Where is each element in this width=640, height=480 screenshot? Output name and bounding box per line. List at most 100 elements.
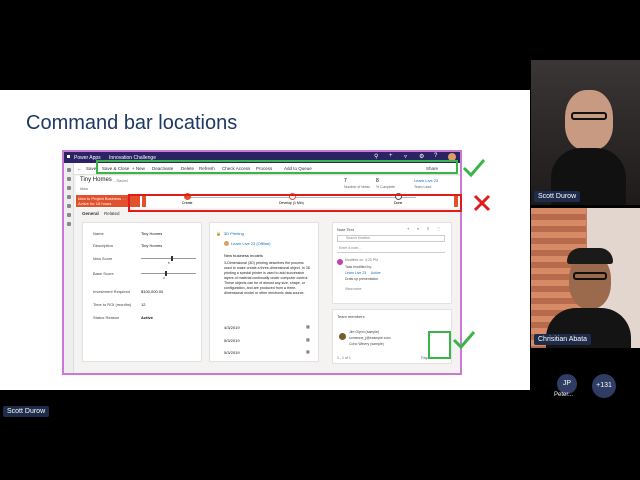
meeting-stage: Command bar locations Power Apps Innovat… — [0, 0, 640, 480]
idea-score-knob[interactable] — [171, 256, 173, 261]
home-icon[interactable] — [67, 177, 71, 181]
team-title: Team members — [337, 314, 365, 319]
webcam-chrisitian: Chrisitian Abata — [531, 208, 640, 348]
field-value-investment[interactable]: $100,000.00 — [141, 289, 163, 294]
add-icon[interactable]: + — [407, 226, 409, 231]
view-more-link[interactable]: View more — [345, 287, 361, 291]
hair-shape — [567, 248, 613, 264]
presenter-name-tag: Scott Durow — [3, 406, 50, 417]
timeline-search[interactable]: Search timeline — [337, 235, 445, 242]
mid-heading[interactable]: 3D Printing — [224, 231, 244, 236]
calendar-icon[interactable]: ▦ — [306, 324, 310, 329]
more-participants-button[interactable]: +131 — [592, 374, 616, 398]
pin-icon[interactable] — [67, 195, 71, 199]
stat-complete-value: 8 — [376, 178, 379, 184]
mid-owner-link[interactable]: Learn Live 23 (Offline) — [231, 241, 271, 246]
participant-avatar-label: Peter... — [554, 392, 574, 398]
teams-icon[interactable] — [67, 222, 71, 226]
waffle-icon[interactable] — [67, 155, 70, 158]
base-score-value: 4 — [163, 276, 165, 280]
menu-icon[interactable] — [67, 168, 71, 172]
post-line2[interactable]: Learn Live 23 — [345, 271, 366, 275]
presentation-slide: Command bar locations Power Apps Innovat… — [0, 90, 530, 390]
glasses-shape — [573, 272, 607, 280]
owner-name[interactable]: Learn Live 23 — [414, 178, 438, 183]
face-shape — [565, 90, 613, 150]
check-icon — [452, 331, 476, 350]
gear-icon[interactable]: ⚙ — [419, 153, 424, 160]
webcam-scott: Scott Durow — [531, 60, 640, 205]
save-button[interactable]: Save — [86, 166, 96, 171]
member-email[interactable]: someone_j@example.com — [349, 336, 391, 340]
cam1-name-tag: Scott Durow — [534, 191, 581, 202]
glasses-shape — [571, 112, 607, 120]
filter-icon[interactable]: ▿ — [417, 226, 419, 231]
command-bar-highlight — [96, 160, 458, 174]
ideas-icon[interactable] — [67, 204, 71, 208]
post-time: Modified on: 4:20 PM — [345, 258, 379, 262]
date-3[interactable]: 5/3/2019 — [224, 350, 240, 355]
list-icon[interactable]: ≡ — [427, 226, 429, 231]
field-value-description[interactable]: Tiny Homes — [141, 243, 162, 248]
date-1[interactable]: 4/3/2019 — [224, 325, 240, 330]
mid-text1: New business models — [224, 253, 263, 258]
bpf-highlight — [128, 194, 462, 212]
post-avatar — [337, 259, 343, 265]
recent-icon[interactable] — [67, 186, 71, 190]
post-line1: Task modified by: — [345, 265, 373, 269]
saved-state: - Saved — [114, 178, 128, 183]
field-label-description: Description — [93, 243, 114, 248]
member-avatar — [339, 333, 346, 340]
lock-icon: 🔒 — [216, 231, 221, 236]
date-2[interactable]: 5/3/2019 — [224, 338, 240, 343]
power-apps-screenshot: Power Apps Innovation Challenge ⚲ + ▿ ⚙ … — [62, 150, 462, 375]
details-panel: 🔒 3D Printing Learn Live 23 (Offline) Ne… — [209, 222, 319, 362]
owner-role: Team Lead — [414, 185, 432, 189]
field-label-roi: Time to ROI (months) — [93, 302, 132, 307]
calendar-icon[interactable]: ▦ — [306, 337, 310, 342]
calendar-icon[interactable]: ▦ — [306, 349, 310, 354]
field-label-name: Name — [93, 231, 104, 236]
filter-icon[interactable]: ▿ — [404, 153, 407, 160]
search-icon[interactable]: ⚲ — [374, 153, 378, 160]
timeline-search-placeholder: Search timeline — [346, 236, 371, 240]
mid-body: 3-Dimensional (3D) printing describes th… — [224, 261, 311, 295]
projects-icon[interactable] — [67, 213, 71, 217]
back-icon[interactable]: ← — [77, 166, 82, 171]
post-line3: Draw up presentation — [345, 277, 379, 281]
idea-score-value: 5 — [168, 261, 170, 265]
member-name[interactable]: Jim Glynn (sample) — [349, 330, 379, 334]
field-value-name[interactable]: Tiny Homes — [141, 231, 162, 236]
stat-ideas-label: Number of Ideas — [344, 185, 370, 189]
field-label-idea-score: Idea Score — [93, 256, 113, 261]
more-icon[interactable]: ⋮ — [437, 226, 441, 231]
field-label-status: Status Reason — [93, 315, 120, 320]
participant-avatar-jp[interactable]: JP — [557, 374, 577, 394]
record-type: Idea — [80, 186, 88, 191]
field-value-roi[interactable]: 12 — [141, 302, 145, 307]
add-icon[interactable]: + — [389, 153, 393, 159]
idea-score-slider[interactable] — [141, 256, 196, 261]
member-org[interactable]: Coho Winery (sample) — [349, 342, 384, 346]
field-label-investment: Investment Required — [93, 289, 130, 294]
pager-range: 1 - 1 of 1 — [337, 356, 351, 360]
note-input[interactable]: Enter a note... — [337, 246, 445, 253]
tab-general[interactable]: General — [82, 211, 99, 216]
check-icon — [462, 159, 486, 178]
slide-title: Command bar locations — [26, 112, 238, 134]
timeline-title: Note Text — [337, 227, 354, 232]
field-label-base-score: Base Score — [93, 271, 114, 276]
record-header: Tiny Homes - Saved Idea 7 Number of Idea… — [76, 176, 460, 194]
cam2-name-tag: Chrisitian Abata — [534, 334, 592, 345]
tab-related[interactable]: Related — [104, 211, 120, 216]
cross-icon — [473, 194, 491, 212]
help-icon[interactable]: ? — [434, 153, 437, 159]
left-navigation — [64, 163, 74, 373]
stat-complete-label: % Complete — [376, 185, 396, 189]
field-value-status[interactable]: Active — [141, 315, 153, 320]
base-score-knob[interactable] — [165, 271, 167, 276]
base-score-slider[interactable] — [141, 271, 196, 276]
record-title: Tiny Homes — [80, 177, 112, 183]
subgrid-command-highlight — [428, 331, 451, 359]
note-input-placeholder: Enter a note... — [339, 246, 361, 250]
